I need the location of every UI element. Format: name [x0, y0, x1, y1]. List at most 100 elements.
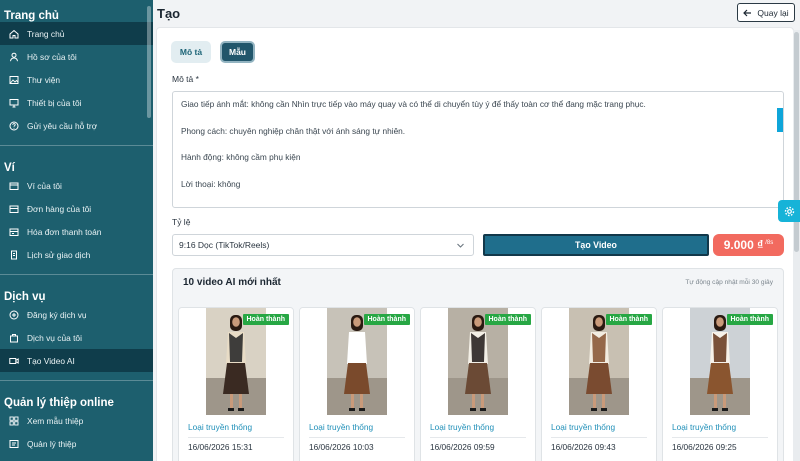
video-type-link[interactable]: Loại truyền thống — [430, 422, 494, 432]
status-badge: Hoàn thành — [363, 314, 410, 325]
sidebar-item-profile[interactable]: Hồ sơ của tôi — [0, 45, 153, 68]
video-thumbnail[interactable]: Hoàn thành — [300, 308, 414, 415]
page-scrollbar[interactable] — [793, 30, 800, 461]
ratio-label: Tỷ lệ — [172, 217, 191, 227]
wallet-icon — [9, 182, 19, 190]
sidebar-item-label: Thư viện — [27, 74, 61, 85]
monitor-icon — [9, 98, 19, 107]
sidebar-section-wallet: Ví — [4, 162, 15, 174]
settings-button[interactable] — [778, 200, 800, 222]
sidebar: Trang chủ Trang chủ Hồ sơ của tôi Thư vi… — [0, 0, 153, 461]
video-thumbnail[interactable]: Hoàn thành — [421, 308, 535, 415]
card-divider — [430, 437, 526, 438]
video-thumbnail[interactable]: Hoàn thành — [179, 308, 293, 415]
sidebar-item-label: Trang chủ — [27, 28, 65, 39]
gear-icon — [784, 206, 794, 216]
sidebar-item-register-service[interactable]: Đăng ký dịch vụ — [0, 303, 153, 326]
video-type-link[interactable]: Loại truyền thống — [672, 422, 736, 432]
description-line: Lời thoại: không — [181, 178, 241, 189]
sidebar-item-label: Hóa đơn thanh toán — [27, 226, 102, 237]
sidebar-item-home[interactable]: Trang chủ — [0, 22, 153, 45]
card-divider — [309, 437, 405, 438]
sidebar-item-label: Xem mẫu thiệp — [27, 415, 84, 426]
sidebar-section-home: Trang chủ — [4, 10, 59, 22]
video-date: 16/06/2026 09:25 — [672, 442, 737, 452]
status-badge: Hoàn thành — [726, 314, 773, 325]
textarea-scrollbar[interactable] — [777, 108, 783, 132]
sidebar-item-label: Thiết bị của tôi — [27, 97, 82, 108]
back-button[interactable]: Quay lại — [737, 3, 795, 22]
sidebar-divider — [0, 380, 153, 381]
sidebar-item-my-services[interactable]: Dịch vụ của tôi — [0, 326, 153, 349]
create-card: Mô tả Mẫu Mô tả * Giao tiếp ánh mắt: khô… — [156, 27, 794, 461]
user-icon — [10, 52, 18, 61]
box-icon — [10, 333, 18, 342]
ratio-select-value: 9:16 Dọc (TikTok/Reels) — [179, 240, 270, 250]
image-icon — [9, 75, 19, 84]
price-badge: 9.000 ₫ /8s — [713, 234, 784, 256]
sidebar-item-label: Đơn hàng của tôi — [27, 203, 92, 214]
sidebar-item-transactions[interactable]: Lịch sử giao dịch — [0, 243, 153, 266]
price-value: 9.000 ₫ — [723, 238, 764, 252]
sidebar-item-devices[interactable]: Thiết bị của tôi — [0, 91, 153, 114]
sidebar-item-label: Hồ sơ của tôi — [27, 51, 77, 62]
video-type-link[interactable]: Loại truyền thống — [309, 422, 373, 432]
sidebar-item-label: Tạo Video AI — [27, 355, 75, 366]
tab-description[interactable]: Mô tả — [171, 41, 211, 63]
video-card[interactable]: Hoàn thành Loại truyền thống 16/06/2026 10… — [299, 307, 415, 461]
home-icon — [9, 29, 19, 38]
sidebar-section-cards: Quản lý thiệp online — [4, 397, 114, 409]
sidebar-section-services: Dịch vụ — [4, 291, 46, 303]
video-card[interactable]: Hoàn thành Loại truyền thống 16/06/2026 09… — [541, 307, 657, 461]
video-date: 16/06/2026 09:43 — [551, 442, 616, 452]
video-date: 16/06/2026 09:59 — [430, 442, 495, 452]
card-divider — [551, 437, 647, 438]
sidebar-item-orders[interactable]: Đơn hàng của tôi — [0, 197, 153, 220]
chevron-down-icon — [457, 243, 464, 248]
video-type-link[interactable]: Loại truyền thống — [188, 422, 252, 432]
order-icon — [9, 205, 19, 213]
status-badge: Hoàn thành — [605, 314, 652, 325]
sidebar-item-support[interactable]: Gửi yêu cầu hỗ trợ — [0, 114, 153, 137]
sidebar-item-label: Đăng ký dịch vụ — [27, 309, 87, 320]
back-button-label: Quay lại — [757, 7, 789, 18]
help-icon — [9, 121, 19, 130]
video-card[interactable]: Hoàn thành Loại truyền thống 16/06/2026 09… — [662, 307, 778, 461]
price-unit: /8s — [765, 239, 774, 246]
main-content: Tạo Quay lại Mô tả Mẫu Mô tả * Giao tiếp… — [153, 0, 800, 461]
create-video-button[interactable]: Tạo Video — [483, 234, 709, 256]
sidebar-item-invoices[interactable]: Hóa đơn thanh toán — [0, 220, 153, 243]
sidebar-item-label: Dịch vụ của tôi — [27, 332, 82, 343]
sidebar-scrollbar[interactable] — [147, 6, 151, 118]
invoice-icon — [9, 228, 19, 236]
sidebar-item-manage-cards[interactable]: Quản lý thiệp — [0, 432, 153, 455]
video-card[interactable]: Hoàn thành Loại truyền thống 16/06/2026 15… — [178, 307, 294, 461]
card-divider — [672, 437, 768, 438]
sidebar-item-card-templates[interactable]: Xem mẫu thiệp — [0, 409, 153, 432]
ratio-select[interactable]: 9:16 Dọc (TikTok/Reels) — [172, 234, 474, 256]
video-icon — [9, 357, 19, 364]
video-thumbnail[interactable]: Hoàn thành — [542, 308, 656, 415]
description-label: Mô tả * — [172, 74, 199, 84]
history-icon — [11, 250, 17, 259]
video-type-link[interactable]: Loại truyền thống — [551, 422, 615, 432]
video-thumbnail[interactable]: Hoàn thành — [663, 308, 777, 415]
page-title: Tạo — [157, 6, 181, 21]
sidebar-item-wallet[interactable]: Ví của tôi — [0, 174, 153, 197]
description-textarea[interactable]: Giao tiếp ánh mắt: không cần Nhìn trực t… — [172, 91, 784, 208]
video-date: 16/06/2026 15:31 — [188, 442, 253, 452]
sidebar-divider — [0, 145, 153, 146]
plus-circle-icon — [9, 310, 19, 319]
sidebar-item-create-video[interactable]: Tạo Video AI — [0, 349, 153, 372]
recent-videos-title: 10 video AI mới nhất — [183, 277, 281, 288]
auto-refresh-note: Tự động cập nhật mỗi 30 giây — [685, 279, 773, 286]
sidebar-divider — [0, 274, 153, 275]
video-date: 16/06/2026 10:03 — [309, 442, 374, 452]
card-divider — [188, 437, 284, 438]
card-icon — [9, 439, 19, 448]
sidebar-item-library[interactable]: Thư viện — [0, 68, 153, 91]
video-card[interactable]: Hoàn thành Loại truyền thống 16/06/2026 09… — [420, 307, 536, 461]
description-line: Phong cách: chuyên nghiệp chân thật với … — [181, 125, 406, 136]
status-badge: Hoàn thành — [242, 314, 289, 325]
tab-template[interactable]: Mẫu — [220, 41, 255, 63]
